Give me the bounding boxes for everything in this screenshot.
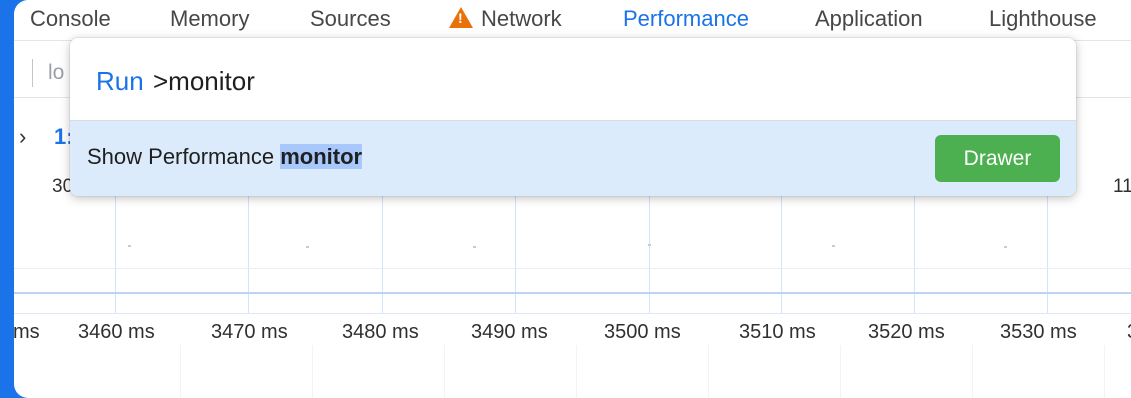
command-prefix: Run [96,66,144,96]
grid-line [180,345,181,398]
tab-network[interactable]: Network [449,6,562,32]
trace-mark [648,244,651,246]
time-axis-label: 3470 ms [211,321,288,343]
track-divider [14,268,1131,269]
time-axis-label: 3490 ms [471,321,548,343]
grid-line [444,345,445,398]
time-axis-label: 3530 ms [1000,321,1077,343]
tab-console[interactable]: Console [30,6,111,32]
time-axis-label: 3480 ms [342,321,419,343]
track-divider [14,313,1131,314]
grid-line [248,195,249,313]
toolbar-divider [32,59,33,87]
track-divider [14,292,1131,294]
devtools-window: Console Memory Sources Network Performan… [14,0,1131,398]
grid-line [972,345,973,398]
time-axis-label: 3510 ms [739,321,816,343]
tab-performance[interactable]: Performance [623,6,749,32]
trace-mark [306,246,309,248]
trace-mark [473,246,476,248]
command-result-label: Show Performance [87,144,281,169]
command-result-item[interactable]: Show Performance monitor Drawer [70,121,1076,196]
overview-right-number: 11 [1113,176,1131,197]
time-axis-label: ms [14,321,40,343]
toolbar-partial-text: lo [48,61,65,84]
trace-mark [128,245,131,247]
tab-network-label: Network [481,6,562,31]
command-input[interactable]: Run >monitor [70,38,1076,121]
grid-line [1047,195,1048,313]
grid-line [312,345,313,398]
grid-line [708,345,709,398]
grid-line [840,345,841,398]
panel-tab-bar: Console Memory Sources Network Performan… [14,0,1131,41]
tab-memory[interactable]: Memory [170,6,249,32]
time-axis-label: 3 [1127,321,1131,344]
time-axis-label: 3500 ms [604,321,681,343]
command-result-text: Show Performance monitor [87,144,363,170]
grid-line [914,195,915,313]
time-axis-label: 3460 ms [78,321,155,343]
grid-line [115,195,116,313]
grid-line [515,195,516,313]
command-result-highlight: monitor [280,144,363,169]
drawer-badge[interactable]: Drawer [935,135,1060,182]
command-query[interactable]: >monitor [153,66,255,97]
grid-line [576,345,577,398]
tab-lighthouse[interactable]: Lighthouse [989,6,1097,32]
chevron-right-icon[interactable]: › [19,124,26,150]
grid-line [781,195,782,313]
time-axis-label: 3520 ms [868,321,945,343]
trace-mark [1004,246,1007,248]
grid-line [649,195,650,313]
trace-mark [832,245,835,247]
grid-line [382,195,383,313]
tab-application[interactable]: Application [815,6,923,32]
tab-sources[interactable]: Sources [310,6,391,32]
grid-line [1104,345,1105,398]
warning-icon [449,7,473,28]
command-menu: Run >monitor Show Performance monitor Dr… [70,38,1076,196]
